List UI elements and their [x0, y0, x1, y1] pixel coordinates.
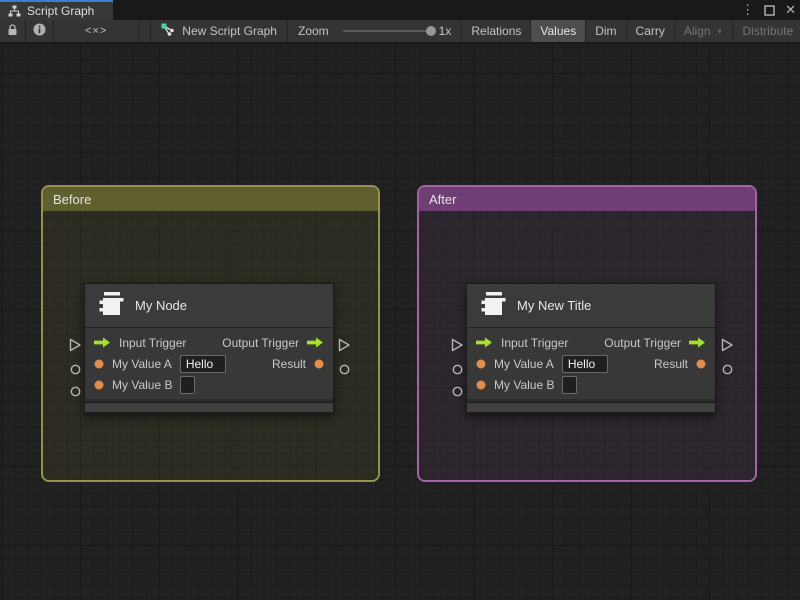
port-row-value-b: My Value B: [467, 374, 715, 395]
output-trigger-port[interactable]: Output Trigger: [222, 336, 324, 350]
node-ports: Input Trigger Output Trigger My Value A …: [85, 328, 333, 400]
value-a-input[interactable]: [561, 354, 608, 373]
value-port-icon[interactable]: [696, 359, 706, 369]
flow-in-icon[interactable]: [476, 337, 493, 348]
node-my-new-title[interactable]: My New Title Input Trigger Output Trigge…: [466, 283, 716, 414]
graph-breadcrumb[interactable]: New Script Graph: [151, 20, 288, 42]
group-title: After: [429, 191, 457, 207]
value-a-input[interactable]: [179, 354, 226, 373]
node-header[interactable]: My New Title: [467, 284, 715, 329]
code-preview-icon: <×>: [85, 25, 108, 37]
value-b-input[interactable]: [180, 375, 196, 394]
ext-flow-out-port[interactable]: [338, 338, 351, 357]
flow-out-icon[interactable]: [307, 337, 324, 348]
flow-in-icon[interactable]: [94, 337, 111, 348]
port-row-trigger: Input Trigger Output Trigger: [85, 332, 333, 353]
graph-canvas[interactable]: Before After My Node Input Trigger Outpu…: [0, 44, 800, 600]
ext-value-port[interactable]: [70, 384, 81, 402]
value-b-input[interactable]: [562, 375, 578, 394]
toolbar-button-carry[interactable]: Carry: [626, 20, 675, 42]
graph-name-label: New Script Graph: [182, 24, 277, 38]
node-title: My Node: [135, 298, 188, 314]
value-port-icon[interactable]: [94, 359, 104, 369]
toolbar-button-align: Align ▼: [674, 20, 734, 42]
kebab-menu-icon[interactable]: ⋮: [741, 0, 754, 20]
ext-value-port[interactable]: [452, 362, 463, 380]
tab-label: Script Graph: [27, 4, 95, 18]
port-row-trigger: Input Trigger Output Trigger: [467, 332, 715, 353]
group-before-header[interactable]: Before: [43, 187, 378, 211]
value-port-icon[interactable]: [94, 380, 104, 390]
value-port-icon[interactable]: [314, 359, 324, 369]
zoom-level: 1x: [438, 24, 452, 38]
graph-icon: [161, 23, 175, 39]
maximize-icon[interactable]: [764, 4, 775, 16]
chevron-down-icon: ▼: [715, 26, 724, 36]
preview-code-button[interactable]: <×>: [54, 20, 140, 42]
tab-script-graph[interactable]: Script Graph: [0, 0, 113, 20]
toolbar-button-distribute: Distribute ▼: [733, 20, 800, 42]
script-graph-window: Script Graph ⋮ ✕ <×> New Script Graph Zo…: [0, 0, 800, 600]
toolbar-button-values[interactable]: Values: [531, 20, 587, 42]
port-row-value-a: My Value A Result: [467, 353, 715, 374]
zoom-control: Zoom 1x: [287, 20, 463, 42]
ext-value-port[interactable]: [722, 362, 733, 380]
value-b-port[interactable]: My Value B: [94, 375, 196, 394]
node-my-node[interactable]: My Node Input Trigger Output Trigger My …: [84, 283, 334, 414]
toolbar-spacer: [139, 20, 152, 42]
value-a-port[interactable]: My Value A: [94, 354, 226, 373]
toolbar-button-relations[interactable]: Relations: [462, 20, 532, 42]
input-trigger-port[interactable]: Input Trigger: [476, 336, 568, 350]
tab-bar: Script Graph ⋮ ✕: [0, 0, 800, 20]
unit-icon: [480, 291, 507, 320]
ext-flow-in-port[interactable]: [69, 338, 82, 357]
window-controls: ⋮ ✕: [741, 0, 796, 20]
ext-flow-in-port[interactable]: [451, 338, 464, 357]
zoom-label: Zoom: [297, 24, 329, 38]
node-title: My New Title: [517, 298, 592, 314]
result-port[interactable]: Result: [272, 357, 324, 371]
group-title: Before: [53, 191, 92, 207]
close-icon[interactable]: ✕: [785, 0, 796, 20]
value-a-port[interactable]: My Value A: [476, 354, 608, 373]
result-port[interactable]: Result: [654, 357, 706, 371]
graph-hierarchy-icon: [8, 5, 21, 17]
group-after-header[interactable]: After: [419, 187, 755, 211]
lock-button[interactable]: [0, 20, 26, 42]
toolbar-button-dim[interactable]: Dim: [586, 20, 627, 42]
node-footer: [467, 402, 715, 413]
ext-value-port[interactable]: [452, 384, 463, 402]
inspect-button[interactable]: [26, 20, 54, 42]
node-ports: Input Trigger Output Trigger My Value A …: [467, 328, 715, 400]
zoom-slider-knob[interactable]: [425, 26, 436, 36]
node-footer: [85, 402, 333, 413]
value-b-port[interactable]: My Value B: [476, 375, 578, 394]
unit-icon: [98, 291, 125, 320]
zoom-slider[interactable]: [342, 26, 436, 36]
port-row-value-b: My Value B: [85, 374, 333, 395]
output-trigger-port[interactable]: Output Trigger: [604, 336, 706, 350]
flow-out-icon[interactable]: [689, 337, 706, 348]
ext-value-port[interactable]: [70, 362, 81, 380]
lock-icon: [7, 23, 18, 39]
ext-flow-out-port[interactable]: [721, 338, 734, 357]
toolbar: <×> New Script Graph Zoom 1x Relations V…: [0, 20, 800, 43]
input-trigger-port[interactable]: Input Trigger: [94, 336, 186, 350]
value-port-icon[interactable]: [476, 380, 486, 390]
node-header[interactable]: My Node: [85, 284, 333, 329]
info-icon: [33, 23, 46, 39]
value-port-icon[interactable]: [476, 359, 486, 369]
port-row-value-a: My Value A Result: [85, 353, 333, 374]
ext-value-port[interactable]: [339, 362, 350, 380]
